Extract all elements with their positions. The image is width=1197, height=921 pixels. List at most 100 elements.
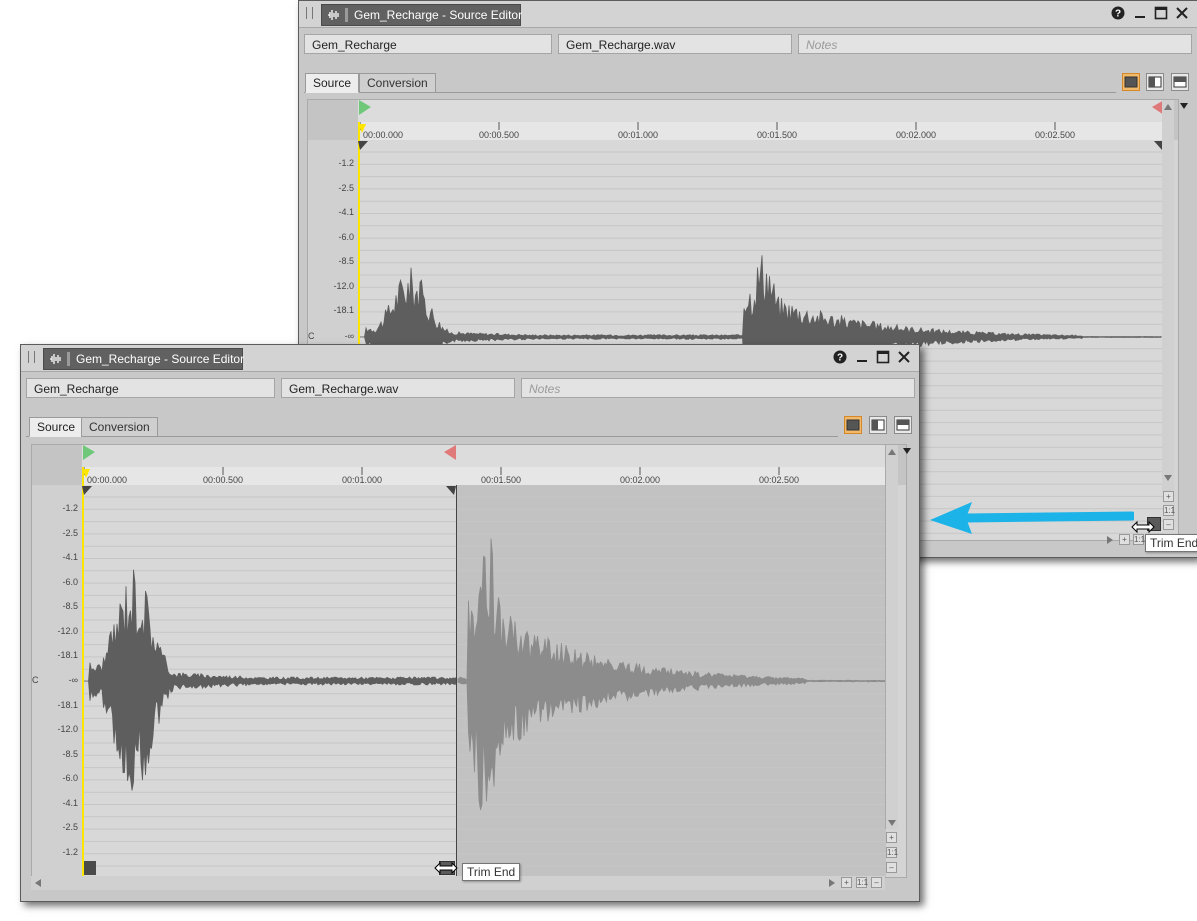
zoom-in-vertical-button[interactable]: + — [1163, 491, 1174, 502]
window-title-tab[interactable]: Gem_Recharge - Source Editor — [321, 4, 523, 26]
vertical-scrollbar[interactable] — [1162, 100, 1174, 492]
db-scale-label: -6.0 — [62, 576, 78, 587]
db-scale-label: -18.1 — [333, 305, 354, 315]
minimize-icon[interactable] — [854, 349, 870, 365]
view-split-vertical-button[interactable] — [894, 416, 912, 434]
waveform-icon — [50, 354, 61, 364]
source-file-field[interactable]: Gem_Recharge.wav — [558, 34, 792, 54]
timeline-tick-label: 00:02.000 — [620, 475, 660, 485]
help-icon[interactable]: ? — [1110, 5, 1126, 21]
view-single-button[interactable] — [1122, 73, 1140, 91]
source-file-field[interactable]: Gem_Recharge.wav — [281, 378, 515, 398]
minimize-icon[interactable] — [1132, 5, 1148, 21]
db-scale-label: -1.2 — [62, 503, 78, 513]
tab-conversion[interactable]: Conversion — [359, 73, 436, 93]
zoom-out-horizontal-button[interactable]: – — [871, 877, 882, 888]
zoom-out-vertical-button[interactable]: – — [886, 862, 897, 873]
timeline-tick-label: 00:00.500 — [203, 475, 243, 485]
db-scale-label: -12.0 — [333, 280, 354, 291]
view-single-icon — [846, 419, 860, 431]
window-title: Gem_Recharge - Source Editor — [76, 352, 245, 366]
view-split-vertical-icon — [1173, 76, 1187, 88]
drag-grip-icon[interactable] — [28, 351, 35, 363]
scroll-right-arrow-icon[interactable] — [827, 877, 837, 889]
waveform-editor[interactable]: 00:00.000 00:00.500 00:01.000 00:01.500 00:0… — [31, 444, 907, 878]
maximize-icon[interactable] — [875, 349, 891, 365]
db-scale-label: -18.1 — [57, 699, 78, 710]
tab-conversion[interactable]: Conversion — [81, 417, 158, 437]
notes-field[interactable]: Notes — [521, 378, 915, 398]
db-scale-label: -2.5 — [62, 822, 78, 832]
zoom-fit-horizontal-button[interactable]: 1:1 — [1133, 534, 1145, 545]
title-separator — [67, 352, 70, 366]
timeline-tick-label: 00:01.000 — [618, 130, 658, 140]
db-scale-label: -6.0 — [62, 773, 78, 783]
maximize-icon[interactable] — [1153, 5, 1169, 21]
help-icon[interactable]: ? — [832, 349, 848, 365]
db-scale-label: -12.0 — [57, 724, 78, 734]
timeline-tick-label: 00:01.500 — [481, 475, 521, 485]
notes-field[interactable]: Notes — [798, 34, 1192, 54]
timeline-tick-label: 00:00.000 — [87, 475, 127, 485]
db-scale-label: -2.5 — [62, 527, 78, 538]
resize-horizontal-cursor-icon — [1131, 520, 1155, 534]
timeline-tick-label: 00:02.000 — [896, 130, 936, 140]
zoom-fit-vertical-button[interactable]: 1:1 — [886, 847, 898, 858]
zoom-out-vertical-button[interactable]: – — [1163, 519, 1174, 530]
window-title: Gem_Recharge - Source Editor — [354, 8, 523, 22]
blue-arrow-annotation-icon — [930, 502, 1134, 534]
window-title-tab[interactable]: Gem_Recharge - Source Editor — [43, 348, 245, 370]
db-scale-label: -1.2 — [338, 158, 354, 168]
view-split-vertical-button[interactable] — [1171, 73, 1189, 91]
scroll-up-arrow-icon[interactable] — [1162, 101, 1174, 113]
view-split-horizontal-icon — [1148, 76, 1162, 88]
horizontal-scrollbar[interactable]: + 1:1 – — [31, 876, 885, 890]
tab-source[interactable]: Source — [29, 417, 84, 437]
trim-end-tooltip: Trim End — [462, 863, 521, 881]
db-scale-label: -4.1 — [62, 552, 78, 562]
view-split-vertical-icon — [896, 419, 910, 431]
scroll-left-arrow-icon[interactable] — [33, 877, 43, 889]
view-split-horizontal-icon — [871, 419, 885, 431]
zoom-in-horizontal-button[interactable]: + — [841, 877, 852, 888]
object-name-field[interactable]: Gem_Recharge — [26, 378, 275, 398]
title-separator — [345, 8, 348, 22]
tab-source[interactable]: Source — [305, 73, 360, 93]
svg-text:?: ? — [837, 353, 843, 364]
title-bar[interactable]: Gem_Recharge - Source Editor ? — [299, 1, 1197, 28]
vertical-ruler-arrow-icon[interactable] — [901, 446, 913, 456]
vertical-scrollbar[interactable] — [885, 445, 898, 829]
channel-label: C — [308, 331, 315, 341]
db-scale-label: -18.1 — [57, 650, 78, 660]
zoom-in-vertical-button[interactable]: + — [886, 832, 897, 843]
zoom-fit-vertical-button[interactable]: 1:1 — [1163, 505, 1175, 516]
db-scale-label: -4.1 — [338, 207, 354, 217]
zoom-fit-horizontal-button[interactable]: 1:1 — [856, 877, 868, 888]
db-scale-label: -1.2 — [62, 846, 78, 857]
title-bar[interactable]: Gem_Recharge - Source Editor ? — [21, 345, 919, 372]
timeline-tick-label: 00:00.500 — [479, 130, 519, 140]
object-name-field[interactable]: Gem_Recharge — [304, 34, 552, 54]
close-icon[interactable] — [1174, 5, 1190, 21]
resize-horizontal-cursor-icon — [434, 861, 458, 875]
close-icon[interactable] — [896, 349, 912, 365]
db-scale-label: -8.5 — [338, 256, 354, 266]
view-split-horizontal-button[interactable] — [869, 416, 887, 434]
scroll-up-arrow-icon[interactable] — [886, 446, 898, 458]
timeline-tick-label: 00:01.500 — [757, 130, 797, 140]
db-scale-label: -12.0 — [57, 625, 78, 636]
db-scale-label: -∞ — [68, 675, 78, 685]
waveform-canvas[interactable]: 00:00.000 00:00.500 00:01.000 00:01.500 00:0… — [32, 445, 906, 877]
timeline-tick-label: 00:02.500 — [1035, 130, 1075, 140]
vertical-ruler-arrow-icon[interactable] — [1178, 101, 1190, 111]
scroll-down-arrow-icon[interactable] — [1162, 472, 1174, 484]
view-single-button[interactable] — [844, 416, 862, 434]
drag-grip-icon[interactable] — [306, 7, 313, 19]
timeline-tick-label: 00:02.500 — [759, 475, 799, 485]
source-editor-window-front: Gem_Recharge - Source Editor ? Gem_Recha… — [20, 344, 920, 902]
timeline-tick-label: 00:00.000 — [363, 130, 403, 140]
view-split-horizontal-button[interactable] — [1146, 73, 1164, 91]
scroll-down-arrow-icon[interactable] — [886, 817, 898, 829]
timeline-tick-label: 00:01.000 — [342, 475, 382, 485]
db-scale-label: -∞ — [344, 331, 354, 341]
